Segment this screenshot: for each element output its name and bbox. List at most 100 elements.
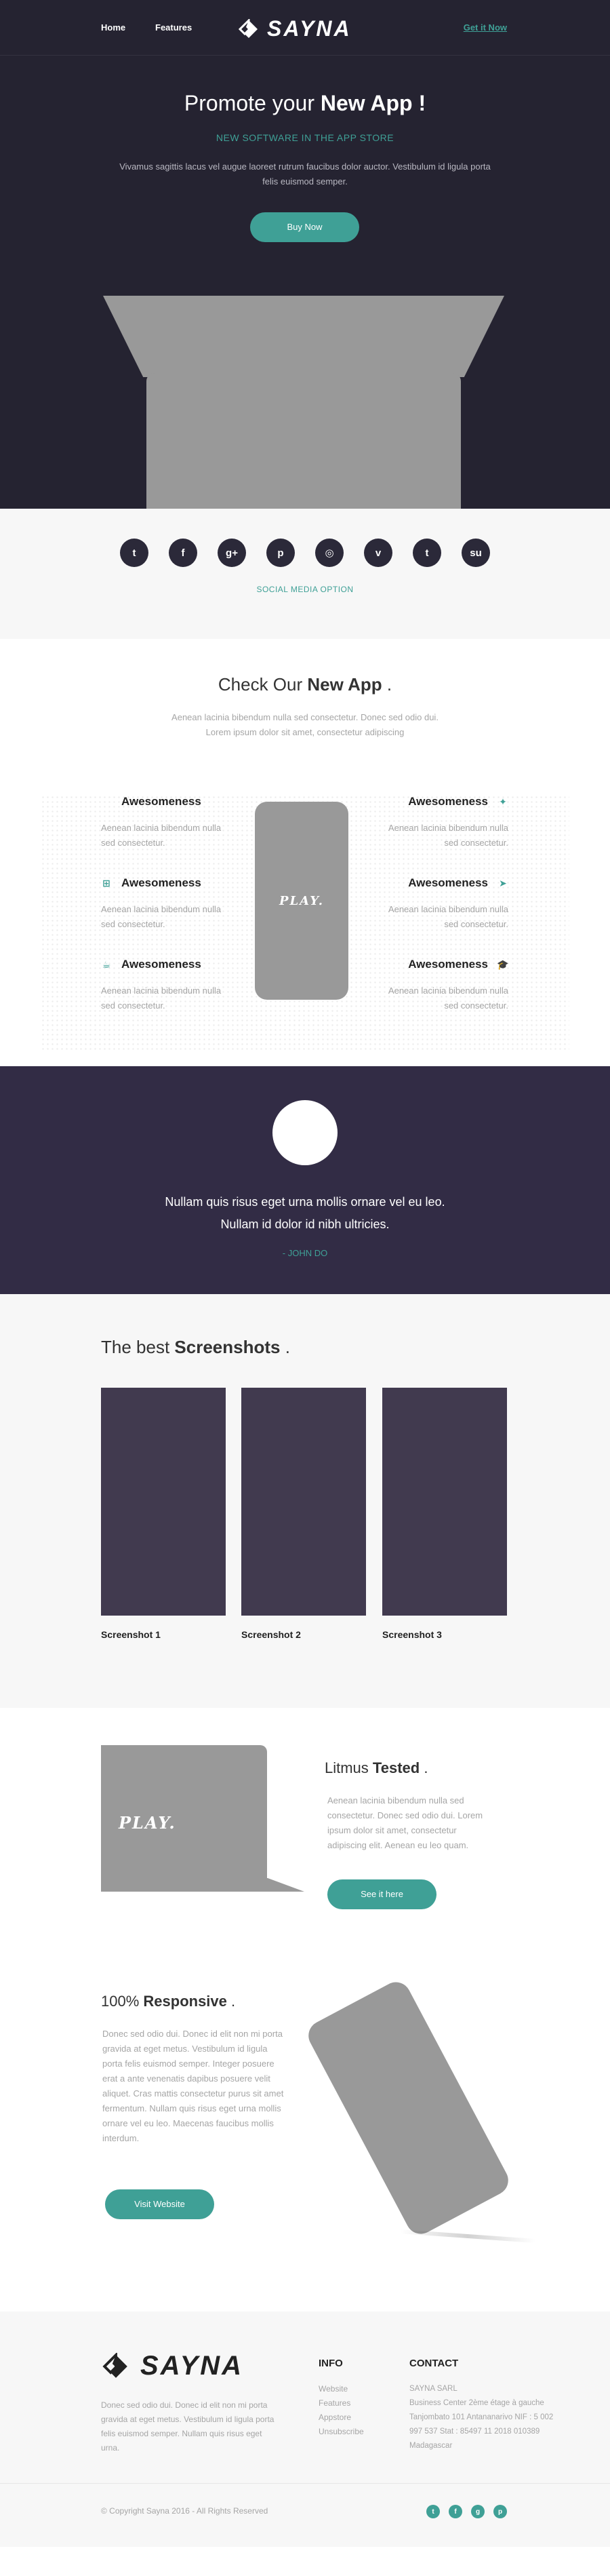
tilted-phone-mockup bbox=[303, 1976, 514, 2240]
vimeo-icon[interactable]: v bbox=[364, 539, 392, 567]
shots-title-bold: Screenshots bbox=[174, 1337, 281, 1357]
facebook-icon[interactable]: f bbox=[169, 539, 197, 567]
footer-info-title: INFO bbox=[319, 2358, 343, 2369]
feature-heading: ☕ Awesomeness bbox=[101, 958, 230, 971]
screenshot-image-3[interactable] bbox=[382, 1388, 507, 1616]
twitter-icon[interactable]: t bbox=[120, 539, 148, 567]
tumblr-icon[interactable]: t bbox=[413, 539, 441, 567]
feature-title: Awesomeness bbox=[121, 958, 201, 971]
hero-title: Promote your New App ! bbox=[0, 91, 610, 116]
feature-right-1: Awesomeness ✦ Aenean lacinia bibendum null… bbox=[380, 795, 508, 851]
laptop-screen bbox=[101, 1745, 267, 1878]
footer-logo-mark-icon bbox=[102, 2352, 127, 2378]
stumbleupon-icon[interactable]: su bbox=[462, 539, 490, 567]
footer-pinterest-icon[interactable]: p bbox=[493, 2505, 507, 2518]
footer-link-website[interactable]: Website bbox=[319, 2382, 364, 2396]
check-title-pre: Check Our bbox=[218, 674, 308, 695]
logo-mark-icon bbox=[238, 18, 258, 38]
hero-description: Vivamus sagittis lacus vel augue laoreet… bbox=[119, 161, 491, 187]
laptop-body-image bbox=[146, 373, 461, 509]
litmus-title-bold: Tested bbox=[372, 1759, 420, 1776]
contact-line: SAYNA SARL bbox=[409, 2385, 458, 2393]
laptop-lid-image bbox=[103, 296, 504, 377]
dribbble-icon[interactable]: ◎ bbox=[315, 539, 344, 567]
footer-logo-text: SAYNA bbox=[140, 2351, 244, 2381]
litmus-text: Aenean lacinia bibendum nulla sed consec… bbox=[327, 1795, 483, 1850]
litmus-title: Litmus Tested . bbox=[325, 1759, 428, 1777]
feature-heading: Awesomeness bbox=[101, 795, 230, 808]
footer: SAYNA Donec sed odio dui. Donec id elit … bbox=[0, 2311, 610, 2547]
windows-icon: ⊞ bbox=[102, 877, 110, 889]
screenshot-label-3: Screenshot 3 bbox=[382, 1629, 442, 1640]
logo[interactable]: SAYNA bbox=[237, 16, 352, 41]
contact-line: Madagascar bbox=[409, 2442, 453, 2450]
send-icon: ➤ bbox=[499, 877, 507, 889]
check-title-post: . bbox=[382, 674, 392, 695]
contact-line: 997 537 Stat : 85497 11 2018 010389 bbox=[409, 2427, 540, 2436]
laptop-base bbox=[101, 1878, 304, 1892]
footer-twitter-icon[interactable]: t bbox=[426, 2505, 440, 2518]
quote-line-2: Nullam id dolor id nibh ultricies. bbox=[220, 1217, 390, 1231]
hero-section: Home Features SAYNA Get it Now Promote y… bbox=[0, 0, 610, 509]
feature-heading: Awesomeness 🎓 bbox=[380, 958, 509, 971]
footer-social-icons: tfgp bbox=[426, 2505, 507, 2518]
feature-title: Awesomeness bbox=[408, 876, 488, 889]
footer-contact-title: CONTACT bbox=[409, 2358, 459, 2369]
feature-text: Aenean lacinia bibendum nulla sed consec… bbox=[388, 985, 508, 1011]
pinterest-icon[interactable]: p bbox=[266, 539, 295, 567]
screenshot-label-2: Screenshot 2 bbox=[241, 1629, 301, 1640]
coffee-icon: ☕ bbox=[102, 958, 111, 970]
testimonial-section: Nullam quis risus eget urna mollis ornar… bbox=[0, 1066, 610, 1294]
screenshot-label-1: Screenshot 1 bbox=[101, 1629, 161, 1640]
responsive-title: 100% Responsive . bbox=[101, 1993, 235, 2010]
resp-title-bold: Responsive bbox=[143, 1993, 227, 2010]
footer-bottom-bar: © Copyright Sayna 2016 - All Rights Rese… bbox=[0, 2483, 610, 2547]
visit-website-button[interactable]: Visit Website bbox=[105, 2189, 214, 2219]
check-app-title: Check Our New App . bbox=[0, 639, 610, 695]
feature-text: Aenean lacinia bibendum nulla sed consec… bbox=[101, 985, 222, 1011]
screenshot-image-1[interactable] bbox=[101, 1388, 226, 1616]
footer-contact: SAYNA SARL Business Center 2ème étage à g… bbox=[409, 2382, 584, 2453]
feature-left-2: ⊞ Awesomeness Aenean lacinia bibendum null… bbox=[101, 876, 230, 932]
check-title-bold: New App bbox=[307, 674, 382, 695]
avatar bbox=[272, 1100, 338, 1165]
screenshots-section: The best Screenshots . Screenshot 1 Scree… bbox=[0, 1294, 610, 1708]
footer-google-plus-icon[interactable]: g bbox=[471, 2505, 485, 2518]
litmus-section: PLAY. Litmus Tested . Aenean lacinia bib… bbox=[0, 1708, 610, 1952]
get-it-now-link[interactable]: Get it Now bbox=[464, 22, 507, 33]
hero-subtitle: NEW SOFTWARE IN THE APP STORE bbox=[216, 132, 394, 143]
phone-play-text: PLAY. bbox=[279, 893, 325, 908]
feature-heading: Awesomeness ✦ bbox=[380, 795, 508, 808]
contact-line: Tanjombato 101 Antananarivo NIF : 5 002 bbox=[409, 2413, 554, 2421]
logo-text: SAYNA bbox=[267, 16, 352, 41]
graduation-cap-icon: 🎓 bbox=[497, 958, 509, 970]
feature-right-2: Awesomeness ➤ Aenean lacinia bibendum null… bbox=[380, 876, 508, 932]
copyright: © Copyright Sayna 2016 - All Rights Rese… bbox=[101, 2506, 268, 2516]
feature-right-3: Awesomeness 🎓 Aenean lacinia bibendum null… bbox=[380, 958, 509, 1013]
feature-text: Aenean lacinia bibendum nulla sed consec… bbox=[388, 904, 508, 929]
screenshots-title: The best Screenshots . bbox=[101, 1337, 290, 1358]
resp-title-pre: 100% bbox=[101, 1993, 144, 2010]
hero-title-bold: New App ! bbox=[320, 91, 426, 115]
footer-link-features[interactable]: Features bbox=[319, 2396, 364, 2411]
phone-shadow bbox=[400, 2229, 535, 2243]
footer-link-appstore[interactable]: Appstore bbox=[319, 2411, 364, 2425]
screenshot-image-2[interactable] bbox=[241, 1388, 366, 1616]
contact-line: Business Center 2ème étage à gauche bbox=[409, 2399, 544, 2407]
feature-title: Awesomeness bbox=[408, 795, 488, 808]
laptop-mockup: PLAY. bbox=[101, 1745, 304, 1894]
footer-info-links: Website Features Appstore Unsubscribe bbox=[319, 2382, 364, 2439]
check-app-intro: Aenean lacinia bibendum nulla sed consec… bbox=[171, 712, 439, 737]
google-plus-icon[interactable]: g+ bbox=[218, 539, 246, 567]
footer-link-unsubscribe[interactable]: Unsubscribe bbox=[319, 2425, 364, 2439]
footer-facebook-icon[interactable]: f bbox=[449, 2505, 462, 2518]
litmus-title-pre: Litmus bbox=[325, 1759, 373, 1776]
social-section: t f g+ p ◎ v t su SOCIAL MEDIA OPTION bbox=[0, 509, 610, 639]
nav-home-link[interactable]: Home bbox=[101, 22, 125, 33]
footer-logo[interactable]: SAYNA bbox=[101, 2351, 243, 2381]
buy-now-button[interactable]: Buy Now bbox=[250, 212, 359, 242]
nav-features-link[interactable]: Features bbox=[155, 22, 192, 33]
feature-left-3: ☕ Awesomeness Aenean lacinia bibendum null… bbox=[101, 958, 230, 1013]
feature-text: Aenean lacinia bibendum nulla sed consec… bbox=[101, 904, 222, 929]
see-it-here-button[interactable]: See it here bbox=[327, 1879, 436, 1909]
